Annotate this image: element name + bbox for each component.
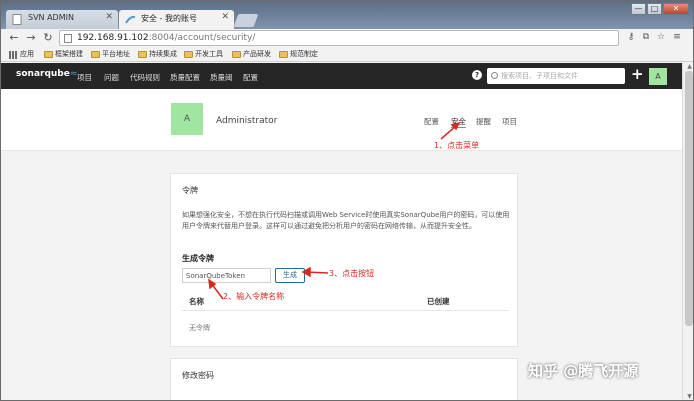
page-favicon-icon (12, 14, 22, 25)
sonarqube-navbar: sonarqube≈ 项目 问题 代码规则 质量配置 质量阈 配置 ? 搜索项目… (1, 63, 682, 89)
tab-close-icon[interactable]: ✕ (221, 12, 229, 22)
url-host: 192.168.91.102 (77, 33, 149, 43)
bookmark-label: 持续集成 (149, 50, 177, 58)
browser-toolbar: ← → ↻ 192.168.91.102:8004/account/securi… (1, 29, 693, 48)
folder-icon (184, 51, 193, 58)
bookmark-folder[interactable]: 规范制定 (279, 49, 318, 59)
minimize-button[interactable]: — (631, 3, 646, 15)
generate-token-button[interactable]: 生成 (275, 268, 305, 283)
address-bar[interactable]: 192.168.91.102:8004/account/security/ (59, 30, 619, 46)
tab-profile[interactable]: 配置 (424, 116, 439, 127)
nav-administration[interactable]: 配置 (243, 72, 258, 83)
annotation-2: 2、输入令牌名称 (223, 292, 285, 301)
forward-icon[interactable]: → (25, 31, 37, 44)
tokens-title: 令牌 (182, 186, 198, 195)
tab-svn-admin[interactable]: SVN ADMIN ✕ (6, 10, 118, 29)
help-icon[interactable]: ? (472, 70, 482, 80)
account-avatar: A (171, 103, 203, 135)
tab-label: 安全 - 我的账号 (141, 14, 197, 23)
vertical-scrollbar[interactable]: ▲ ▼ (682, 63, 693, 400)
bookmark-folder[interactable]: 框架搭建 (44, 49, 83, 59)
bookmark-label: 应用 (20, 50, 34, 58)
bookmark-label: 规范制定 (290, 50, 318, 58)
tab-close-icon[interactable]: ✕ (105, 12, 113, 22)
logo-text: sonarqube (16, 69, 70, 79)
bookmark-folder[interactable]: 产品研发 (232, 49, 271, 59)
folder-icon (44, 51, 53, 58)
translate-icon[interactable]: ⧉ (640, 32, 652, 42)
tokens-description: 如果想强化安全，不想在执行代码扫描或调用Web Service时使用真实Sona… (182, 211, 510, 230)
folder-icon (91, 51, 100, 58)
bookmark-folder[interactable]: 开发工具 (184, 49, 223, 59)
bookmark-apps[interactable]: 应用 (9, 49, 34, 59)
key-icon[interactable]: ⚷ (625, 32, 637, 42)
tab-security[interactable]: 安全 - 我的账号 ✕ (119, 10, 234, 29)
bookmark-label: 框架搭建 (55, 50, 83, 58)
nav-quality-gates[interactable]: 质量阈 (210, 72, 233, 83)
token-name-input[interactable]: SonarQubeToken (182, 268, 271, 283)
folder-icon (138, 51, 147, 58)
back-icon[interactable]: ← (8, 31, 20, 44)
bookmark-label: 产品研发 (243, 50, 271, 58)
bookmark-label: 平台地址 (102, 50, 130, 58)
tab-projects[interactable]: 项目 (502, 116, 517, 127)
annotation-1: 1、点击菜单 (434, 141, 480, 150)
tab-label: SVN ADMIN (28, 13, 74, 22)
tab-strip: SVN ADMIN ✕ 安全 - 我的账号 ✕ — □ ✕ (1, 1, 693, 29)
new-tab-button[interactable] (233, 14, 259, 27)
search-placeholder: 搜索项目、子项目和文件 (501, 72, 578, 80)
table-divider (182, 310, 509, 311)
folder-icon (232, 51, 241, 58)
search-icon (491, 72, 498, 79)
password-card: 修改密码 (170, 358, 518, 400)
account-header: A Administrator 配置 安全 提醒 项目 (1, 89, 682, 151)
close-window-button[interactable]: ✕ (663, 3, 689, 15)
nav-issues[interactable]: 问题 (104, 72, 119, 83)
sonarqube-logo[interactable]: sonarqube≈ (16, 69, 77, 79)
scroll-thumb[interactable] (685, 71, 693, 326)
maximize-button[interactable]: □ (647, 3, 662, 15)
star-icon[interactable]: ☆ (655, 32, 667, 42)
nav-projects[interactable]: 项目 (77, 72, 92, 83)
global-search-input[interactable]: 搜索项目、子项目和文件 (487, 68, 625, 84)
password-title: 修改密码 (182, 371, 214, 380)
tokens-card: 令牌 如果想强化安全，不想在执行代码扫描或调用Web Service时使用真实S… (170, 173, 518, 347)
page-viewport: sonarqube≈ 项目 问题 代码规则 质量配置 质量阈 配置 ? 搜索项目… (1, 63, 682, 400)
empty-tokens-row: 无令牌 (189, 324, 210, 332)
browser-window: SVN ADMIN ✕ 安全 - 我的账号 ✕ — □ ✕ ← → ↻ 192.… (0, 0, 694, 401)
column-created-header: 已创建 (427, 297, 450, 306)
create-plus-button[interactable]: + (631, 65, 644, 83)
page-icon (64, 34, 72, 43)
bookmark-label: 开发工具 (195, 50, 223, 58)
sonarqube-favicon-icon (125, 15, 136, 24)
tab-security[interactable]: 安全 (451, 116, 466, 128)
annotation-3: 3、点击按钮 (329, 269, 375, 278)
watermark: 知乎 @腾飞开源 (528, 362, 639, 380)
nav-rules[interactable]: 代码规则 (130, 72, 160, 83)
user-avatar[interactable]: A (649, 68, 667, 85)
menu-icon[interactable]: ≡ (671, 32, 683, 42)
column-name-header: 名称 (189, 297, 204, 306)
url-path: :8004/account/security/ (148, 33, 256, 43)
bookmark-folder[interactable]: 持续集成 (138, 49, 177, 59)
apps-grid-icon (9, 51, 17, 59)
account-name: Administrator (216, 116, 278, 126)
bookmarks-bar: 应用 框架搭建 平台地址 持续集成 开发工具 产品研发 规范制定 (1, 48, 693, 62)
tab-notifications[interactable]: 提醒 (476, 116, 491, 127)
generate-token-title: 生成令牌 (182, 254, 214, 263)
scroll-down-icon[interactable]: ▼ (685, 393, 693, 400)
scroll-up-icon[interactable]: ▲ (685, 63, 693, 70)
nav-quality-profiles[interactable]: 质量配置 (170, 72, 200, 83)
bookmark-folder[interactable]: 平台地址 (91, 49, 130, 59)
reload-icon[interactable]: ↻ (42, 31, 54, 44)
folder-icon (279, 51, 288, 58)
